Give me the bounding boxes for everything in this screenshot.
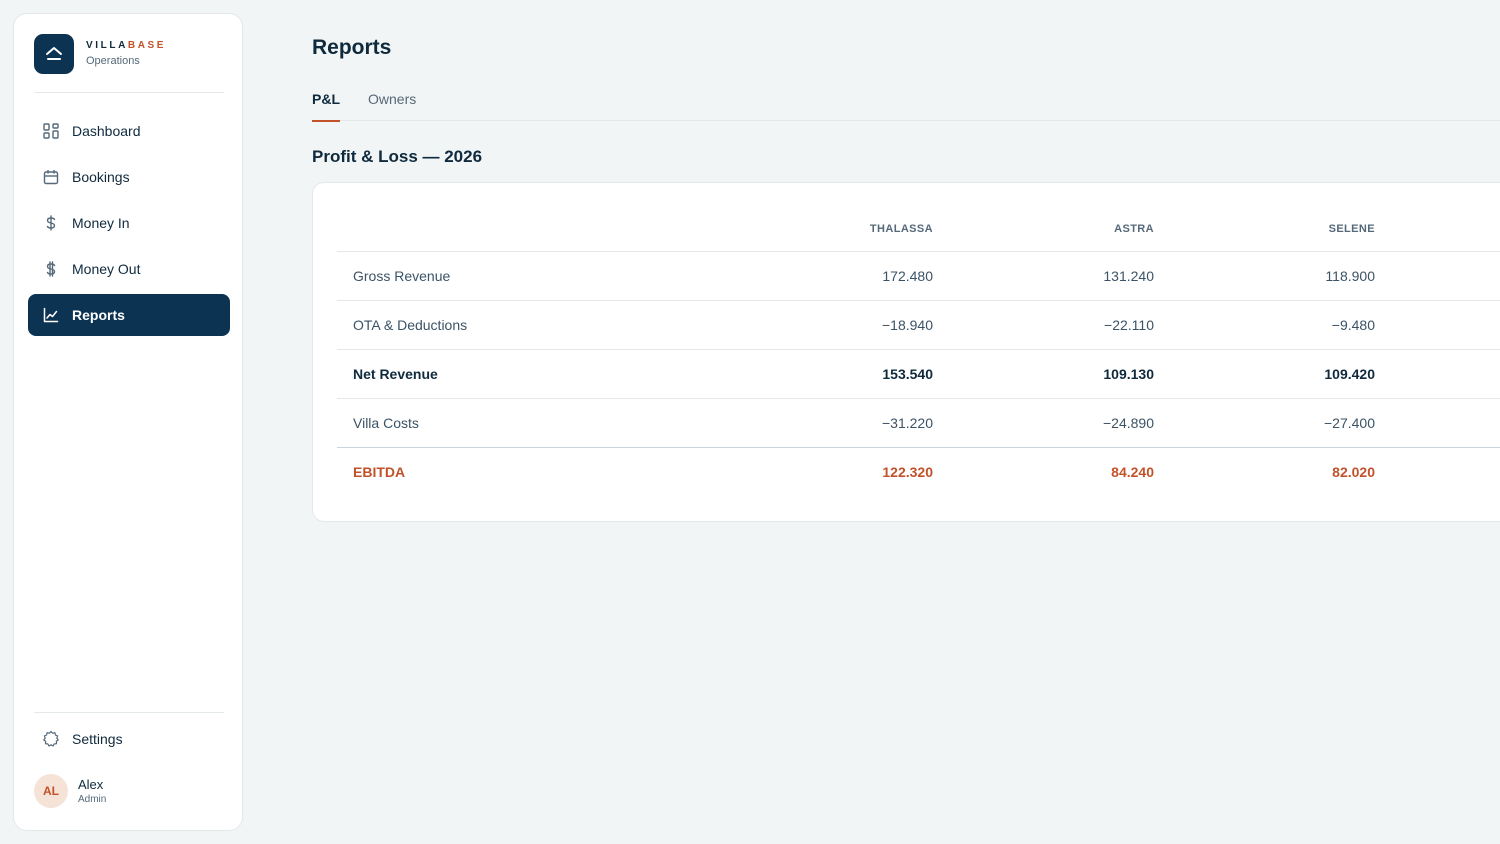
divider <box>34 92 224 93</box>
sidebar-item-money-out[interactable]: Money Out <box>28 248 230 290</box>
sidebar: VILLABASE Operations Dashboard Bookings <box>13 13 243 831</box>
row-label: Net Revenue <box>337 349 717 399</box>
column-header-thalassa: THALASSA <box>717 207 933 252</box>
cell-value: 109.130 <box>933 349 1154 399</box>
sidebar-item-dashboard[interactable]: Dashboard <box>28 110 230 152</box>
tab-owners[interactable]: Owners <box>368 88 416 121</box>
tab-pl[interactable]: P&L <box>312 88 340 122</box>
cell-value: 122.320 <box>717 446 933 497</box>
sidebar-item-money-in[interactable]: Money In <box>28 202 230 244</box>
row-label: OTA & Deductions <box>337 300 717 350</box>
cell-value: 131.240 <box>933 251 1154 301</box>
table-row-total: EBITDA 122.320 84.240 82.020 <box>337 446 1500 497</box>
settings-label: Settings <box>72 731 123 747</box>
sidebar-nav: Dashboard Bookings Money In Money Out Re… <box>28 110 230 340</box>
cell-value: 84.240 <box>933 446 1154 497</box>
cell-value: −9.480 <box>1154 300 1375 350</box>
pl-table: THALASSA ASTRA SELENE Gross Revenue 172.… <box>337 207 1500 497</box>
sidebar-item-label: Money Out <box>72 261 141 277</box>
home-roof-icon <box>34 34 74 74</box>
cell-value: −18.940 <box>717 300 933 350</box>
dollar-icon <box>42 214 60 232</box>
cell-spacer <box>1375 349 1500 399</box>
table-row: OTA & Deductions −18.940 −22.110 −9.480 <box>337 300 1500 350</box>
table-row: Net Revenue 153.540 109.130 109.420 <box>337 349 1500 399</box>
row-label: Villa Costs <box>353 414 419 431</box>
column-header-selene: SELENE <box>1154 207 1375 252</box>
pl-table-card: THALASSA ASTRA SELENE Gross Revenue 172.… <box>312 182 1500 522</box>
settings-section: Settings <box>28 718 230 764</box>
avatar: AL <box>34 774 68 808</box>
cell-spacer <box>1375 398 1500 447</box>
sidebar-item-label: Money In <box>72 215 130 231</box>
cell-value: 153.540 <box>717 349 933 399</box>
brand-name: VILLABASE <box>86 40 167 51</box>
row-label: EBITDA <box>337 446 717 497</box>
grid-icon <box>42 122 60 140</box>
column-header-astra: ASTRA <box>933 207 1154 252</box>
sidebar-item-reports[interactable]: Reports <box>28 294 230 336</box>
user-name: Alex <box>78 776 104 792</box>
user-role: Admin <box>78 793 107 805</box>
table-header-row: THALASSA ASTRA SELENE <box>337 207 1500 252</box>
column-header-spacer <box>1375 207 1500 252</box>
cell-spacer <box>1375 446 1500 497</box>
sidebar-item-label: Reports <box>72 307 125 323</box>
sidebar-item-settings[interactable]: Settings <box>28 718 230 760</box>
sidebar-item-bookings[interactable]: Bookings <box>28 156 230 198</box>
page-title: Reports <box>312 36 392 59</box>
row-label: Gross Revenue <box>337 251 717 301</box>
cell-value: 109.420 <box>1154 349 1375 399</box>
cell-value: −31.220 <box>882 414 933 431</box>
gear-icon <box>42 730 60 748</box>
chart-line-icon <box>42 306 60 324</box>
cell-value: 172.480 <box>717 251 933 301</box>
user-profile[interactable]: AL Alex Admin <box>34 774 106 808</box>
sidebar-item-label: Dashboard <box>72 123 141 139</box>
cell-spacer <box>1375 300 1500 350</box>
column-header-label <box>337 207 717 252</box>
brand-subtitle: Operations <box>86 55 140 67</box>
tab-bar: P&L Owners <box>312 88 1500 122</box>
divider <box>34 712 224 713</box>
cell-value: −27.400 <box>1324 414 1375 431</box>
section-title: Profit & Loss — 2026 <box>312 147 483 166</box>
cell-value: 118.900 <box>1154 251 1375 301</box>
brand[interactable]: VILLABASE Operations <box>34 34 166 74</box>
cell-spacer <box>1375 251 1500 301</box>
table-row: Gross Revenue 172.480 131.240 118.900 <box>337 251 1500 301</box>
calendar-icon <box>42 168 60 186</box>
dollar-out-icon <box>42 260 60 278</box>
cell-value: −22.110 <box>933 300 1154 350</box>
cell-value: −24.890 <box>1103 414 1154 431</box>
cell-value: 82.020 <box>1154 446 1375 497</box>
table-row: Villa Costs −31.220 −24.890 −27.400 <box>337 398 1500 447</box>
sidebar-item-label: Bookings <box>72 169 130 185</box>
